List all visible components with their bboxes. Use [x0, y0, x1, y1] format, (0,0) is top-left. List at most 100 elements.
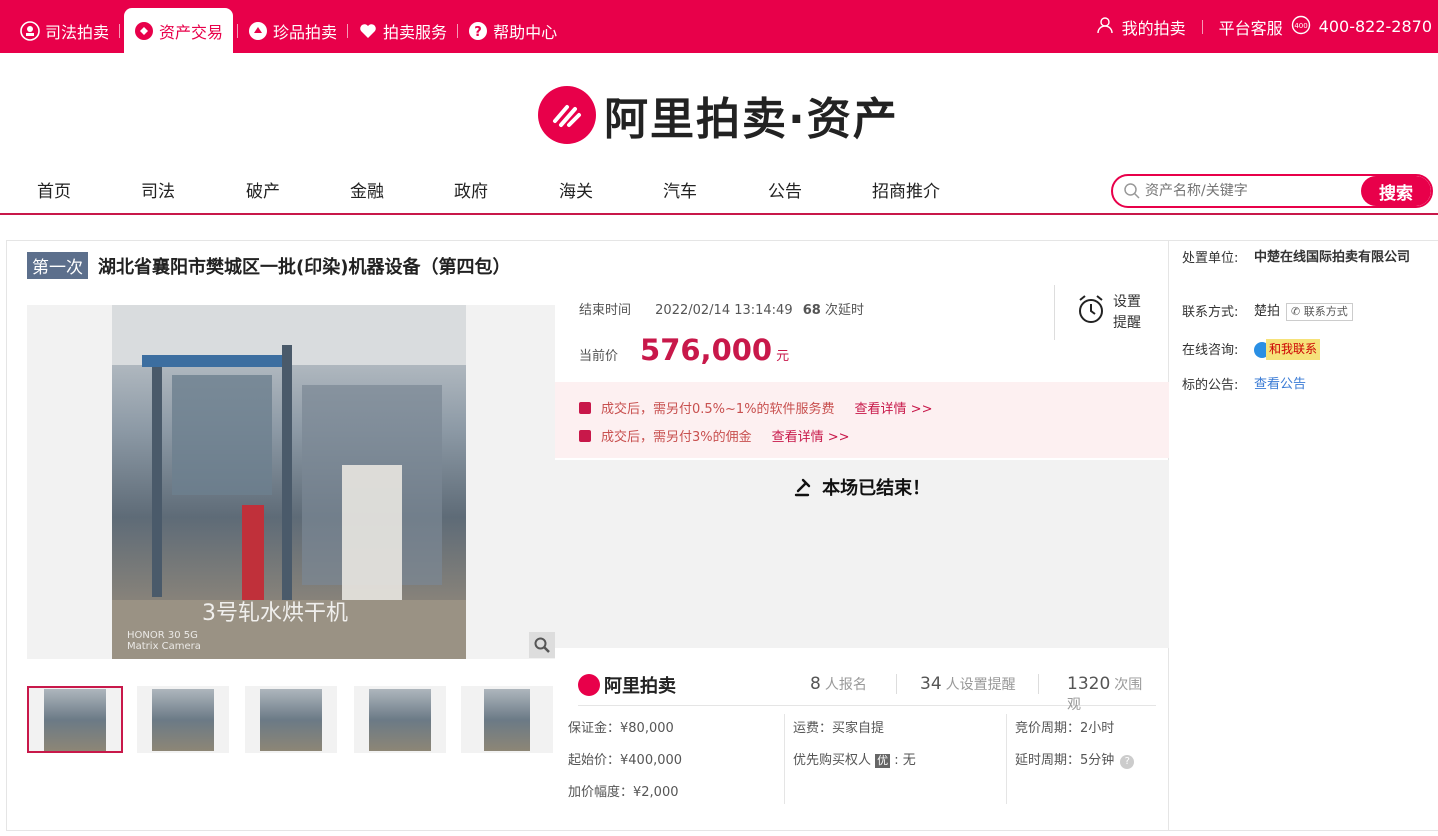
user-icon [1096, 16, 1114, 38]
thumbnail[interactable] [27, 686, 123, 753]
svg-text:?: ? [474, 25, 482, 40]
camera-watermark: HONOR 30 5G Matrix Camera [127, 630, 201, 652]
signup-count: 8 人报名 [810, 674, 867, 694]
topnav-label: 资产交易 [159, 22, 224, 42]
params-col-terms: 运费：买家自提 优先购买权人 优 : 无 [784, 714, 1006, 804]
divider [896, 674, 897, 694]
contact-button[interactable]: ✆ 联系方式 [1286, 303, 1353, 321]
phone-icon: ✆ [1291, 305, 1304, 318]
end-time-label: 结束时间 [579, 303, 632, 318]
thumbnail[interactable] [354, 686, 446, 753]
camera-line1: HONOR 30 5G [127, 630, 198, 641]
set-reminder-button[interactable]: 设置 提醒 [1054, 285, 1169, 340]
topnav-label: 帮助中心 [493, 22, 558, 42]
fee-text: 成交后，需另付3%的佣金 [601, 430, 752, 445]
ended-text: 本场已结束！ [822, 478, 931, 499]
search-icon [1123, 182, 1141, 200]
chat-label: 在线咨询: [1182, 343, 1239, 358]
price-label: 当前价 [579, 349, 619, 364]
help-icon[interactable]: ? [1120, 755, 1135, 769]
view-number: 1320 [1067, 674, 1111, 694]
org-label: 处置单位: [1182, 251, 1239, 266]
heart-icon [358, 21, 378, 41]
side-contact-row: 联系方式: 楚拍 ✆ 联系方式 [1182, 301, 1429, 322]
priority-value: : 无 [894, 753, 916, 768]
priority-label: 优先购买权人 [793, 753, 872, 768]
delay-count: 68 [802, 303, 821, 318]
topnav-auction-service[interactable]: 拍卖服务 [348, 8, 457, 53]
fee-icon [579, 429, 591, 442]
shipping: 运费：买家自提 [793, 721, 885, 736]
end-time-row: 结束时间 2022/02/14 13:14:49 68 次延时 [579, 299, 864, 318]
contact-label: 联系方式: [1182, 305, 1239, 320]
thumbnail[interactable] [461, 686, 553, 753]
thumbnail-image [44, 688, 106, 751]
increment: 加价幅度：¥2,000 [568, 785, 679, 800]
reminder-number: 34 [920, 674, 942, 694]
bid-period: 竞价周期：2小时 [1015, 721, 1115, 736]
main-photo[interactable]: 3号轧水烘干机 HONOR 30 5G Matrix Camera [112, 305, 466, 659]
mainnav-finance[interactable]: 金融 [350, 177, 384, 202]
auction-params: 保证金：¥80,000 起始价：¥400,000 加价幅度：¥2,000 运费：… [568, 714, 1158, 806]
mainnav-government[interactable]: 政府 [454, 177, 488, 202]
deposit: 保证金：¥80,000 [568, 721, 674, 736]
priority-badge: 优 [875, 754, 891, 768]
topnav-judicial-auction[interactable]: 司法拍卖 [10, 8, 119, 53]
logo-mark-icon [538, 86, 596, 144]
remind-line2: 提醒 [1113, 314, 1141, 331]
thumbnail[interactable] [137, 686, 229, 753]
item-title-row: 第一次 湖北省襄阳市樊城区一批(印染)机器设备（第四包） [27, 252, 510, 279]
zoom-icon[interactable] [529, 632, 555, 658]
notice-link[interactable]: 查看公告 [1254, 374, 1429, 395]
fee-row-service: 成交后，需另付0.5%~1%的软件服务费 查看详情 >> [579, 398, 932, 417]
signup-label: 人报名 [824, 677, 867, 693]
side-panel [1169, 240, 1438, 831]
contact-button-label: 联系方式 [1303, 305, 1348, 318]
mainnav-auto[interactable]: 汽车 [663, 177, 697, 202]
mainnav-home[interactable]: 首页 [37, 177, 71, 202]
thumbnail-strip [27, 686, 557, 753]
mainnav-judicial[interactable]: 司法 [141, 177, 175, 202]
logo-mark-icon [578, 674, 600, 696]
round-badge: 第一次 [27, 252, 88, 279]
remind-line1: 设置 [1113, 293, 1141, 310]
camera-line2: Matrix Camera [127, 641, 201, 652]
topnav-help-center[interactable]: ? 帮助中心 [458, 8, 567, 53]
reminder-count: 34 人设置提醒 [920, 674, 1016, 694]
fee-detail-link[interactable]: 查看详情 >> [855, 398, 933, 417]
search-input[interactable] [1141, 176, 1361, 206]
mainnav-notice[interactable]: 公告 [768, 177, 802, 202]
service-label: 平台客服 [1218, 18, 1283, 38]
thumbnail-image [152, 688, 214, 751]
delay-period-row: 延时周期：5分钟? [1015, 746, 1158, 778]
my-auction-link[interactable]: 我的拍卖 [1122, 15, 1186, 39]
topnav-label: 司法拍卖 [45, 22, 110, 42]
site-logo[interactable]: 阿里拍卖·资产 [538, 85, 899, 145]
help-icon: ? [468, 21, 488, 41]
fee-text: 成交后，需另付0.5%~1%的软件服务费 [601, 402, 835, 417]
thumbnail-image [484, 688, 530, 751]
thumbnail[interactable] [245, 686, 337, 753]
fee-detail-link[interactable]: 查看详情 >> [772, 426, 850, 445]
search-button[interactable]: 搜索 [1361, 176, 1431, 206]
current-price: 576,000 [640, 333, 773, 367]
mainnav-bankruptcy[interactable]: 破产 [246, 177, 280, 202]
thumbnail-image [260, 688, 322, 751]
mainnav-investment[interactable]: 招商推介 [872, 177, 940, 202]
side-org-row: 处置单位: 中楚在线国际拍卖有限公司 [1182, 247, 1429, 268]
side-chat-row: 在线咨询: 和我联系 [1182, 339, 1429, 365]
ended-message: 本场已结束！ [555, 474, 1169, 500]
price-row: 当前价 576,000 元 [579, 333, 789, 367]
alarm-clock-icon [1077, 294, 1105, 331]
item-title: 湖北省襄阳市樊城区一批(印染)机器设备（第四包） [98, 256, 511, 278]
topnav-treasure-auction[interactable]: 珍品拍卖 [238, 8, 347, 53]
contact-value: 楚拍 [1254, 304, 1281, 319]
mainnav-customs[interactable]: 海关 [559, 177, 593, 202]
chat-button[interactable]: 和我联系 [1254, 339, 1321, 360]
gavel-icon [794, 478, 822, 499]
stats-logo: 阿里拍卖 [578, 672, 676, 698]
topnav-asset-trading[interactable]: 资产交易 [124, 8, 234, 53]
params-col-price: 保证金：¥80,000 起始价：¥400,000 加价幅度：¥2,000 [568, 714, 784, 804]
search-box: 搜索 [1111, 174, 1433, 208]
stats-logo-text: 阿里拍卖 [604, 676, 676, 697]
